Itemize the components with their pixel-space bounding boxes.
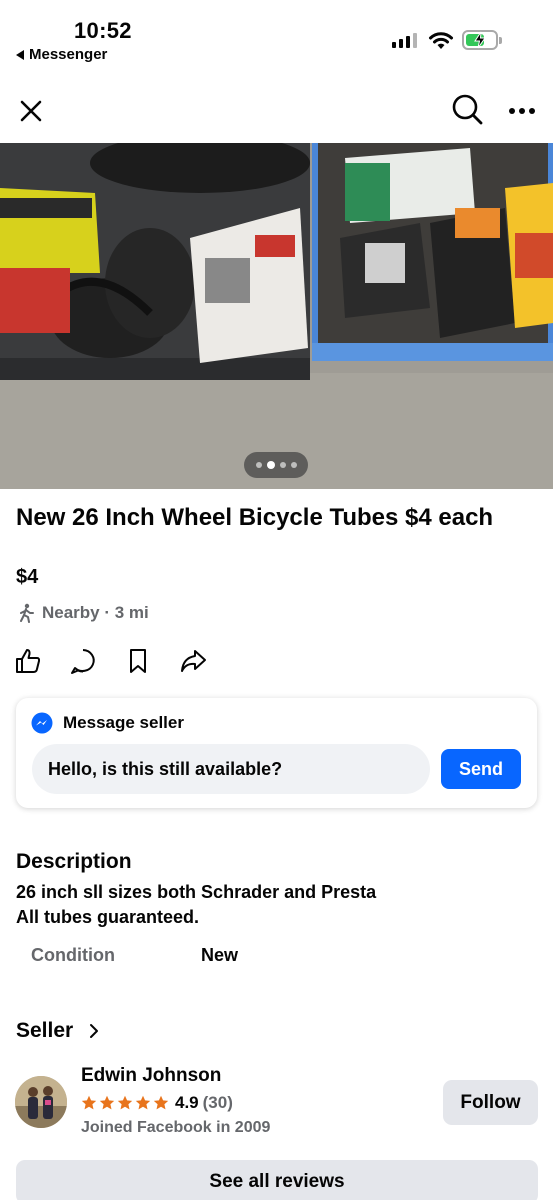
listing-title: New 26 Inch Wheel Bicycle Tubes $4 each bbox=[16, 504, 494, 531]
description-heading: Description bbox=[16, 850, 132, 873]
star-icon bbox=[117, 1095, 133, 1110]
rating-stars bbox=[81, 1095, 169, 1111]
pager-dot bbox=[255, 462, 262, 468]
seller-joined-date: Joined Facebook in 2009 bbox=[81, 1119, 271, 1136]
listing-actions bbox=[14, 647, 207, 675]
like-icon[interactable] bbox=[14, 647, 42, 675]
seller-avatar-image bbox=[15, 1076, 67, 1128]
chevron-right-icon bbox=[90, 1024, 99, 1038]
listing-location: Nearby · 3 mi bbox=[16, 603, 149, 623]
pager-dot-active bbox=[266, 461, 275, 469]
star-icon bbox=[81, 1095, 97, 1110]
message-seller-header: Message seller bbox=[31, 712, 184, 734]
close-icon[interactable] bbox=[16, 96, 46, 126]
condition-value: New bbox=[201, 945, 239, 965]
seller-rating: 4.9 (30) bbox=[81, 1093, 233, 1113]
description-line: All tubes guaranteed. bbox=[16, 907, 200, 927]
share-icon[interactable] bbox=[179, 647, 207, 675]
rating-score: 4.9 bbox=[175, 1093, 199, 1112]
status-time: 10:52 bbox=[74, 18, 132, 43]
back-arrow-icon bbox=[16, 49, 24, 60]
listing-photo-image bbox=[0, 143, 553, 489]
send-button[interactable]: Send bbox=[441, 749, 521, 789]
star-icon bbox=[135, 1095, 151, 1110]
message-input[interactable] bbox=[32, 744, 430, 794]
listing-photo[interactable] bbox=[0, 143, 553, 489]
photo-pager[interactable] bbox=[244, 452, 308, 478]
battery-icon bbox=[462, 30, 502, 50]
messenger-icon bbox=[31, 712, 53, 734]
save-icon[interactable] bbox=[124, 647, 152, 675]
search-icon[interactable] bbox=[450, 92, 484, 126]
condition-label: Condition bbox=[31, 945, 115, 965]
seller-avatar[interactable] bbox=[15, 1076, 67, 1128]
wifi-icon bbox=[429, 32, 453, 49]
more-icon[interactable] bbox=[506, 96, 538, 126]
pager-dot bbox=[290, 462, 297, 468]
rating-count: (30) bbox=[202, 1093, 233, 1112]
location-text: Nearby · 3 mi bbox=[42, 603, 149, 622]
message-seller-card: Message seller Send bbox=[16, 698, 537, 808]
pager-dot bbox=[279, 462, 286, 468]
comment-icon[interactable] bbox=[69, 647, 97, 675]
follow-button[interactable]: Follow bbox=[443, 1080, 538, 1125]
walking-person-icon bbox=[20, 603, 34, 623]
message-seller-title: Message seller bbox=[63, 713, 184, 732]
top-nav bbox=[0, 80, 553, 140]
charging-bolt-icon bbox=[474, 31, 486, 49]
cellular-signal-icon bbox=[392, 32, 417, 48]
seller-section-link[interactable]: Seller bbox=[16, 1019, 99, 1043]
see-all-reviews-button[interactable]: See all reviews bbox=[16, 1160, 538, 1200]
description-line: 26 inch sll sizes both Schrader and Pres… bbox=[16, 882, 377, 902]
listing-price: $4 bbox=[16, 566, 39, 588]
back-to-app-link[interactable]: Messenger bbox=[16, 46, 107, 63]
seller-heading: Seller bbox=[16, 1019, 74, 1042]
description-text: 26 inch sll sizes both Schrader and Pres… bbox=[16, 880, 376, 930]
star-icon bbox=[153, 1095, 169, 1110]
status-bar: 10:52 Messenger bbox=[0, 0, 553, 70]
star-icon bbox=[99, 1095, 115, 1110]
back-app-label: Messenger bbox=[29, 46, 108, 63]
seller-name[interactable]: Edwin Johnson bbox=[81, 1065, 221, 1087]
